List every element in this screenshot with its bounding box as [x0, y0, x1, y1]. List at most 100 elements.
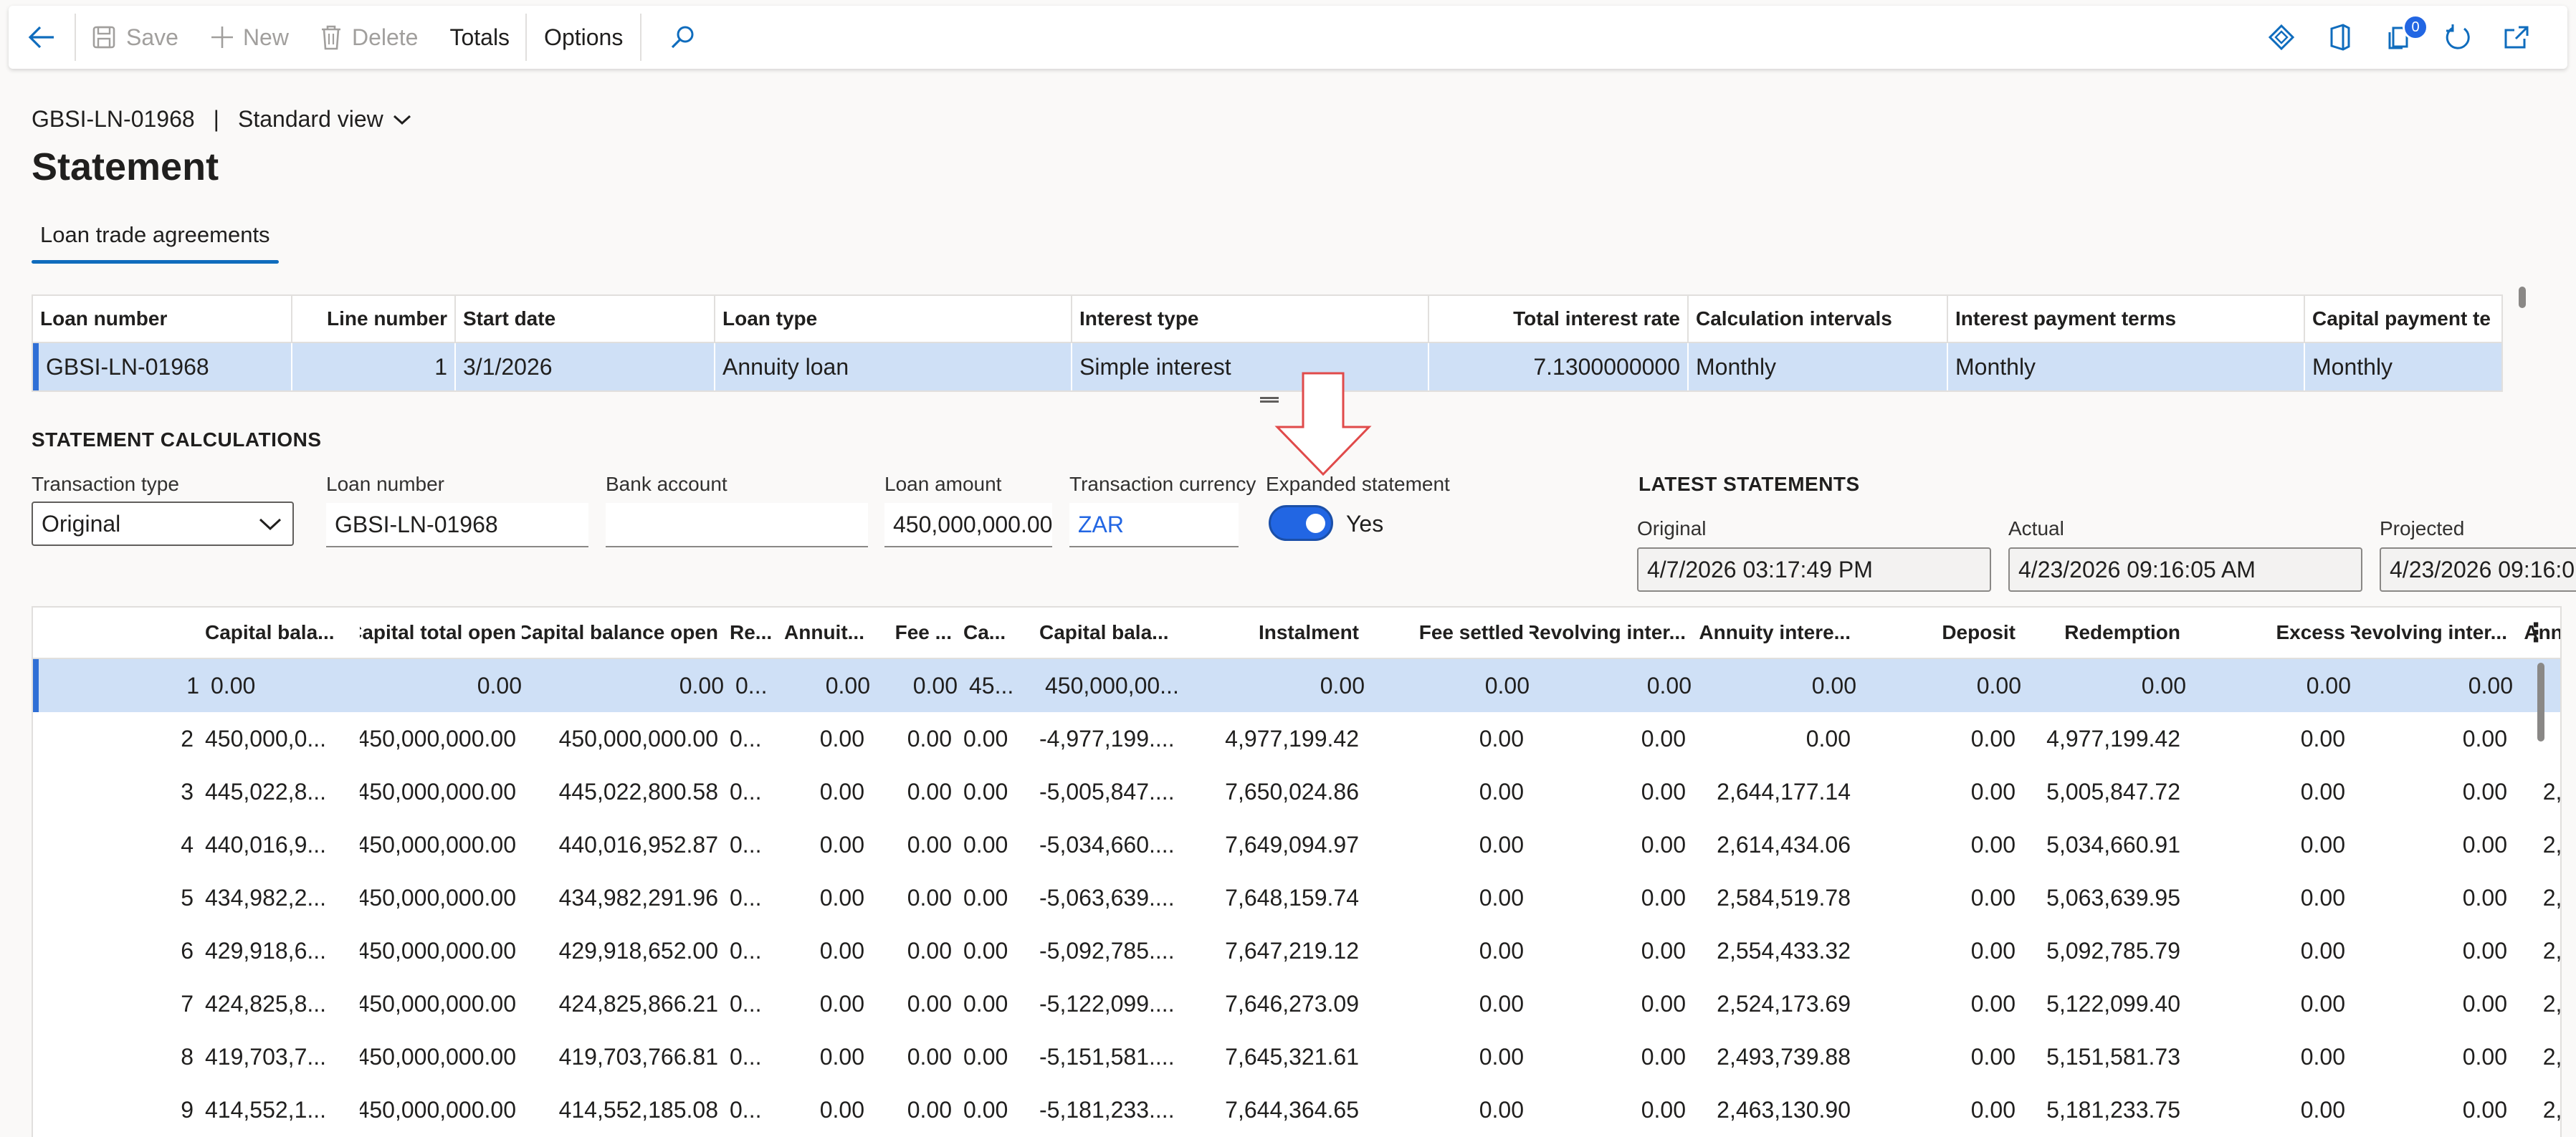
table-cell[interactable]: 450,000,000.00 — [360, 977, 522, 1030]
table-cell[interactable]: 0.00 — [2351, 765, 2513, 818]
cell-line-number[interactable]: 1 — [292, 343, 456, 390]
refresh-button[interactable] — [2428, 6, 2487, 69]
table-row[interactable]: 2 450,000,0... 450,000,000.00 450,000,000.0… — [33, 712, 2560, 765]
table-cell[interactable]: 0.00 — [958, 712, 1034, 765]
table-cell[interactable]: 5,092,785.79 — [2021, 924, 2186, 977]
table-cell[interactable]: 0.00 — [2186, 924, 2351, 977]
expanded-statement-toggle[interactable] — [1269, 505, 1333, 541]
table-cell[interactable]: 0.00 — [1530, 1030, 1692, 1083]
table-cell[interactable]: 424,825,8... — [199, 977, 360, 1030]
table-row[interactable]: 6 429,918,6... 450,000,000.00 429,918,652.0… — [33, 924, 2560, 977]
table-cell[interactable]: 0.00 — [2186, 765, 2351, 818]
transaction-type-select[interactable]: Original — [32, 502, 294, 546]
table-cell[interactable]: 0.00 — [777, 924, 870, 977]
table-cell[interactable]: 419,703,766.81 — [522, 1030, 724, 1083]
table-cell[interactable]: 0... — [724, 1030, 777, 1083]
table-cell[interactable]: 0.00 — [777, 765, 870, 818]
table-cell[interactable]: 0.00 — [1365, 977, 1530, 1030]
table-cell[interactable]: 2,644,177.14 — [1692, 765, 1856, 818]
new-button[interactable]: New — [194, 6, 305, 69]
row-number-cell[interactable]: 4 — [33, 818, 199, 871]
table-cell[interactable]: 0.00 — [777, 977, 870, 1030]
table-cell[interactable]: 450,000,000.00 — [360, 1030, 522, 1083]
office-button[interactable] — [2311, 6, 2370, 69]
table-cell[interactable]: 45... — [963, 659, 1039, 712]
table-row[interactable]: 4 440,016,9... 450,000,000.00 440,016,952.8… — [33, 818, 2560, 871]
column-header[interactable]: Excess — [2186, 608, 2351, 658]
table-cell[interactable]: 0.00 — [777, 1083, 870, 1136]
table-cell[interactable]: 450,000,000.00 — [360, 924, 522, 977]
row-number-cell[interactable]: 9 — [33, 1083, 199, 1136]
column-header[interactable]: Re... — [724, 608, 777, 658]
row-number-cell[interactable]: 8 — [33, 1030, 199, 1083]
table-cell[interactable]: 2,46 — [2513, 1083, 2560, 1136]
table-cell[interactable]: 0.00 — [1530, 924, 1692, 977]
table-row[interactable]: GBSI-LN-01968 1 3/1/2026 Annuity loan Si… — [33, 343, 2501, 390]
table-cell[interactable]: 5,122,099.40 — [2021, 977, 2186, 1030]
column-header[interactable]: Line number — [292, 296, 456, 342]
transaction-currency-field[interactable]: ZAR — [1069, 503, 1239, 547]
table-cell[interactable]: -5,151,581.... — [1034, 1030, 1197, 1083]
column-header[interactable] — [33, 608, 199, 658]
table-cell[interactable]: 450,000,000.00 — [360, 712, 522, 765]
table-cell[interactable]: 445,022,800.58 — [522, 765, 724, 818]
totals-button[interactable]: Totals — [434, 6, 525, 69]
table-cell[interactable]: 450,000,000.00 — [360, 818, 522, 871]
table-cell[interactable]: 2,554,433.32 — [1692, 924, 1856, 977]
column-header[interactable]: Loan number — [33, 296, 292, 342]
table-cell[interactable]: 0.00 — [366, 659, 528, 712]
table-cell[interactable]: 0.00 — [1530, 818, 1692, 871]
notifications-button[interactable]: 0 — [2370, 6, 2428, 69]
table-cell[interactable]: 7,645,321.61 — [1197, 1030, 1365, 1083]
table-cell[interactable]: 0.00 — [1856, 924, 2021, 977]
bank-account-field[interactable] — [606, 503, 868, 547]
table-cell[interactable]: 0.00 — [2357, 659, 2519, 712]
column-header[interactable]: Fee ... — [870, 608, 958, 658]
table-row[interactable]: 1 0.00 0.00 0.00 0... 0.00 0.00 45... 450,000,00… — [33, 659, 2560, 712]
table-cell[interactable]: 0.00 — [2186, 1083, 2351, 1136]
table-cell[interactable]: 7,644,364.65 — [1197, 1083, 1365, 1136]
table-cell[interactable]: 5,005,847.72 — [2021, 765, 2186, 818]
table-cell[interactable]: 0.00 — [2186, 977, 2351, 1030]
table-cell[interactable]: 0.00 — [958, 871, 1034, 924]
table-cell[interactable]: 0.00 — [2351, 1030, 2513, 1083]
column-header[interactable]: Capital total open — [360, 608, 522, 658]
table-cell[interactable]: 0.00 — [870, 765, 958, 818]
table-cell[interactable]: 450,000,000.00 — [360, 765, 522, 818]
scrollbar[interactable] — [2519, 287, 2526, 308]
table-row[interactable]: 7 424,825,8... 450,000,000.00 424,825,866.2… — [33, 977, 2560, 1030]
table-cell[interactable]: -4,977,199.... — [1034, 712, 1197, 765]
table-cell[interactable]: 0.00 — [1856, 818, 2021, 871]
table-cell[interactable]: 0.00 — [1530, 765, 1692, 818]
table-cell[interactable]: 2,58 — [2513, 871, 2560, 924]
table-cell[interactable]: 450,000,00... — [1039, 659, 1203, 712]
table-cell[interactable]: 2,49 — [2513, 1030, 2560, 1083]
table-cell[interactable]: 0.00 — [2186, 818, 2351, 871]
table-cell[interactable]: 0... — [724, 924, 777, 977]
table-cell[interactable]: 2,493,739.88 — [1692, 1030, 1856, 1083]
table-cell[interactable]: 0.00 — [2351, 977, 2513, 1030]
table-cell[interactable]: 2,463,130.90 — [1692, 1083, 1856, 1136]
table-cell[interactable]: 0.00 — [1530, 977, 1692, 1030]
column-header[interactable]: Capital bala... — [1034, 608, 1197, 658]
table-cell[interactable]: 0.00 — [1697, 659, 1862, 712]
table-row[interactable]: 9 414,552,1... 450,000,000.00 414,552,185.0… — [33, 1083, 2560, 1136]
table-cell[interactable]: 0.00 — [2351, 924, 2513, 977]
table-cell[interactable]: 0.00 — [1856, 1030, 2021, 1083]
column-header[interactable]: Start date — [456, 296, 715, 342]
table-cell[interactable]: 0.00 — [870, 818, 958, 871]
table-row[interactable]: 8 419,703,7... 450,000,000.00 419,703,766.8… — [33, 1030, 2560, 1083]
table-cell[interactable]: 450,000,000.00 — [360, 1083, 522, 1136]
table-cell[interactable]: 0.00 — [777, 871, 870, 924]
table-cell[interactable]: 5,034,660.91 — [2021, 818, 2186, 871]
actual-statement-field[interactable]: 4/23/2026 09:16:05 AM — [2008, 547, 2362, 592]
table-cell[interactable]: 5,181,233.75 — [2021, 1083, 2186, 1136]
column-header[interactable]: Capital payment te ⋮ — [2305, 296, 2501, 342]
table-cell[interactable]: -5,034,660.... — [1034, 818, 1197, 871]
table-cell[interactable]: 0.00 — [1365, 712, 1530, 765]
table-cell[interactable]: 2,52 — [2513, 977, 2560, 1030]
cell-total-interest-rate[interactable]: 7.1300000000 — [1429, 343, 1689, 390]
cell-interest-type[interactable]: Simple interest — [1072, 343, 1429, 390]
table-cell[interactable]: 7,650,024.86 — [1197, 765, 1365, 818]
table-cell[interactable]: 0.00 — [2186, 1030, 2351, 1083]
